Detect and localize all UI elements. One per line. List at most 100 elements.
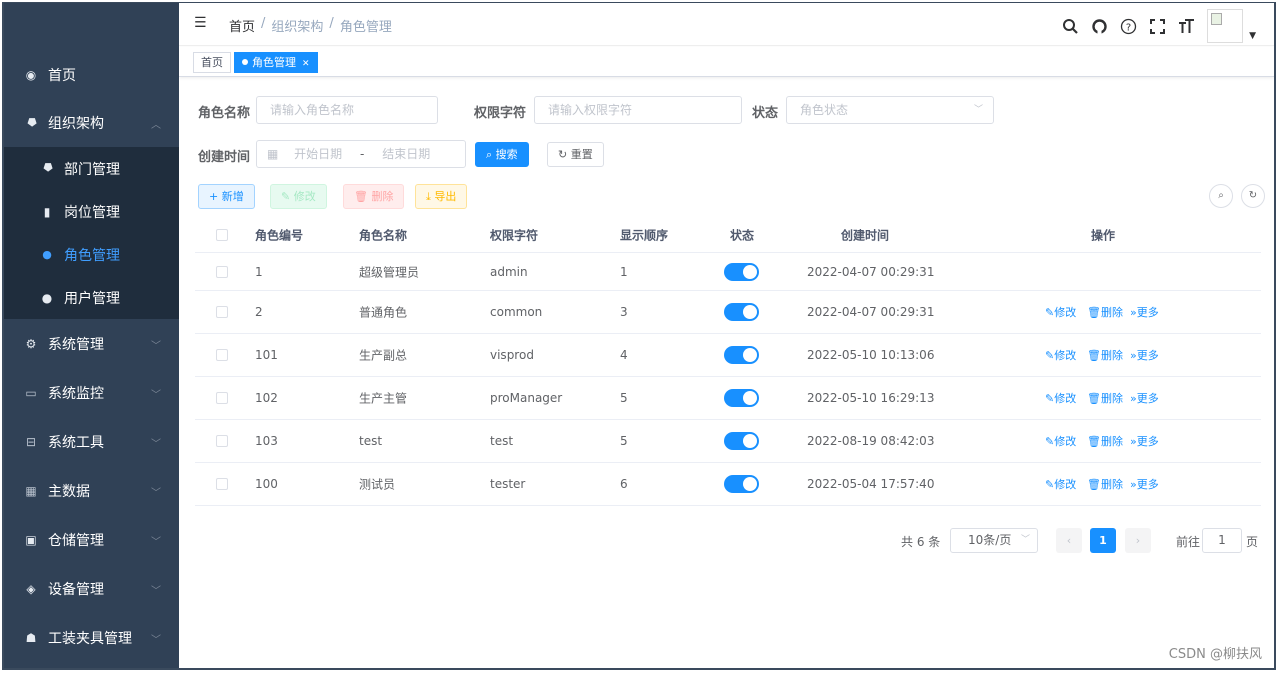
breadcrumb-item-home[interactable]: 首页	[229, 16, 255, 35]
status-switch[interactable]	[724, 475, 759, 493]
date-range-picker[interactable]: ▦ 开始日期 - 结束日期	[256, 140, 466, 168]
row-delete-link[interactable]: 🗑删除	[1087, 347, 1123, 363]
sidebar-item-user[interactable]: ● 用户管理	[4, 276, 179, 319]
sidebar-item-home[interactable]: ◉ 首页	[4, 51, 179, 99]
cell-role-key: test	[490, 434, 514, 448]
col-created: 创建时间	[841, 228, 890, 243]
tag-role-management[interactable]: 角色管理 ✕	[234, 52, 318, 73]
page-size-select[interactable]: 10条/页 ﹀	[950, 528, 1038, 553]
dashboard-icon: ◉	[25, 68, 37, 82]
search-button[interactable]: ⌕ 搜索	[475, 142, 529, 167]
status-switch[interactable]	[724, 262, 759, 281]
sidebar-item-label: 部门管理	[64, 161, 120, 178]
sidebar-item-label: 岗位管理	[64, 204, 120, 221]
end-date-input[interactable]: 结束日期	[382, 147, 430, 161]
cell-sort: 4	[620, 348, 628, 362]
sidebar-item-tools[interactable]: ⊟ 系统工具 ﹀	[4, 418, 179, 466]
sidebar-item-label: 组织架构	[48, 116, 104, 132]
row-more-link[interactable]: »更多	[1130, 433, 1159, 449]
status-select[interactable]: 角色状态 ﹀	[786, 96, 994, 124]
row-checkbox[interactable]	[216, 478, 228, 490]
row-more-link[interactable]: »更多	[1130, 476, 1159, 492]
cell-role-name: test	[359, 434, 383, 448]
row-more-link[interactable]: »更多	[1130, 304, 1159, 320]
close-icon[interactable]: ✕	[302, 59, 310, 69]
delete-button[interactable]: 🗑 删除	[343, 184, 405, 209]
search-icon[interactable]	[1062, 18, 1079, 35]
sidebar-item-label: 仓储管理	[48, 533, 104, 549]
cell-role-key: admin	[490, 264, 528, 279]
sidebar-item-system[interactable]: ⚙ 系统管理 ﹀	[4, 320, 179, 368]
add-button-label: 新增	[221, 190, 244, 203]
warehouse-icon: ▣	[25, 533, 37, 547]
sidebar-item-master-data[interactable]: ▦ 主数据 ﹀	[4, 467, 179, 515]
next-page-button[interactable]: ›	[1125, 528, 1151, 553]
status-switch[interactable]	[724, 303, 759, 321]
avatar[interactable]	[1207, 9, 1244, 43]
row-checkbox[interactable]	[216, 392, 228, 404]
start-date-input[interactable]: 开始日期	[294, 147, 342, 161]
sidebar-item-organization[interactable]: ⯂ 组织架构 ︿	[4, 99, 179, 147]
page-size-value: 10条/页	[968, 533, 1012, 547]
sidebar-item-fixture[interactable]: ☗ 工装夹具管理 ﹀	[4, 614, 179, 662]
cell-role-key: visprod	[490, 348, 534, 362]
row-edit-link[interactable]: ✎修改	[1045, 476, 1076, 492]
goto-page-input[interactable]: 1	[1202, 528, 1242, 553]
sidebar-item-label: 工装夹具管理	[48, 631, 132, 647]
cell-role-key: proManager	[490, 391, 563, 405]
row-delete-link[interactable]: 🗑删除	[1087, 476, 1123, 492]
row-checkbox[interactable]	[216, 306, 228, 318]
status-switch[interactable]	[724, 346, 759, 364]
role-name-input[interactable]: 请输入角色名称	[256, 96, 438, 124]
row-checkbox[interactable]	[216, 435, 228, 447]
breadcrumb-separator: /	[329, 16, 334, 31]
chevron-down-icon: ﹀	[151, 340, 161, 352]
row-edit-link[interactable]: ✎修改	[1045, 304, 1076, 320]
row-delete-link[interactable]: 🗑删除	[1087, 304, 1123, 320]
row-edit-link[interactable]: ✎修改	[1045, 433, 1076, 449]
role-key-input[interactable]: 请输入权限字符	[534, 96, 742, 124]
col-actions: 操作	[1091, 228, 1116, 243]
status-switch[interactable]	[724, 389, 759, 407]
caret-down-icon[interactable]: ▼	[1249, 31, 1256, 41]
reset-button[interactable]: ↻ 重置	[547, 142, 604, 167]
status-switch[interactable]	[724, 432, 759, 450]
chevron-down-icon: ﹀	[151, 634, 161, 646]
export-button-label: 导出	[434, 190, 457, 203]
export-button[interactable]: ⤓ 导出	[415, 184, 468, 209]
sidebar-item-post[interactable]: ▮ 岗位管理	[4, 190, 179, 233]
row-delete-link[interactable]: 🗑删除	[1087, 433, 1123, 449]
sidebar-item-warehouse[interactable]: ▣ 仓储管理 ﹀	[4, 516, 179, 564]
breadcrumb-separator: /	[261, 16, 266, 31]
row-edit-link[interactable]: ✎修改	[1045, 390, 1076, 406]
cell-sort: 3	[620, 305, 628, 319]
page-button-current[interactable]: 1	[1090, 528, 1116, 553]
sidebar-item-monitor[interactable]: ▭ 系统监控 ﹀	[4, 369, 179, 417]
sidebar-item-role[interactable]: ● 角色管理	[4, 233, 179, 276]
sidebar-item-label: 角色管理	[64, 247, 120, 264]
cell-created: 2022-05-04 17:57:40	[807, 477, 935, 491]
refresh-button[interactable]: ↻	[1241, 184, 1265, 208]
row-more-link[interactable]: »更多	[1130, 390, 1159, 406]
fullscreen-icon[interactable]	[1149, 18, 1166, 35]
edit-button[interactable]: ✎ 修改	[270, 184, 327, 209]
tag-home[interactable]: 首页	[193, 52, 231, 73]
hamburger-icon[interactable]: ☰	[194, 15, 207, 31]
sidebar-item-device[interactable]: ◈ 设备管理 ﹀	[4, 565, 179, 613]
row-checkbox[interactable]	[216, 349, 228, 361]
row-more-link[interactable]: »更多	[1130, 347, 1159, 363]
prev-page-button[interactable]: ‹	[1056, 528, 1082, 553]
row-delete-link[interactable]: 🗑删除	[1087, 390, 1123, 406]
github-icon[interactable]	[1091, 18, 1108, 35]
pagination-total: 共 6 条	[901, 535, 941, 549]
toggle-search-button[interactable]: ⌕	[1209, 184, 1233, 208]
refresh-icon: ↻	[1248, 190, 1258, 201]
font-size-icon[interactable]	[1178, 18, 1195, 35]
device-icon: ◈	[26, 582, 36, 596]
row-edit-link[interactable]: ✎修改	[1045, 347, 1076, 363]
add-button[interactable]: + 新增	[198, 184, 255, 209]
sidebar-item-department[interactable]: ⯂ 部门管理	[4, 147, 179, 190]
select-all-checkbox[interactable]	[216, 229, 228, 241]
row-checkbox[interactable]	[216, 265, 228, 278]
question-icon[interactable]: ?	[1120, 18, 1137, 35]
